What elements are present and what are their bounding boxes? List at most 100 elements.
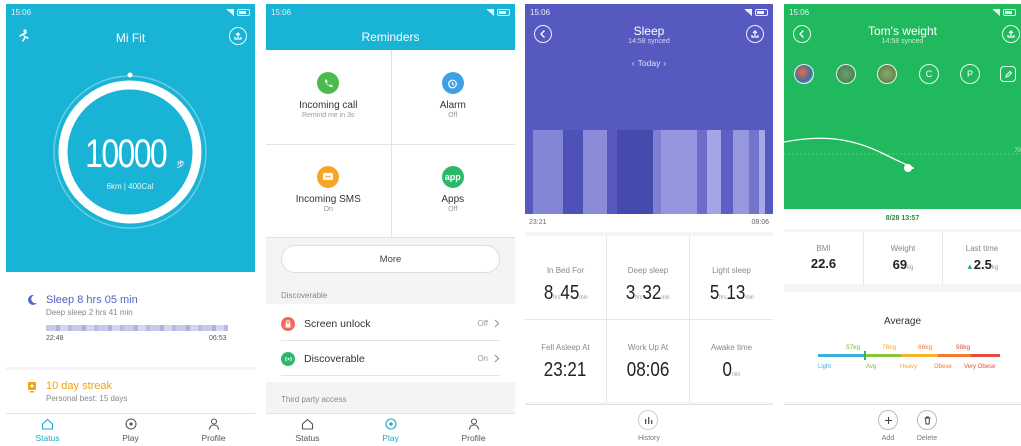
row-screen-unlock[interactable]: Screen unlock Off (281, 307, 500, 341)
reminder-incoming-call[interactable]: Incoming call Remind me in 3s (266, 50, 391, 144)
app-glyph: app (444, 171, 461, 182)
scale-kg: 86kg (918, 344, 933, 351)
edit-icon (1004, 70, 1012, 78)
sleep-phase-block (721, 130, 733, 214)
status-bar: 15:06 (525, 4, 773, 20)
share-button[interactable] (229, 27, 247, 45)
tab-status-label: Status (295, 432, 320, 443)
tab-profile[interactable]: Profile (432, 414, 515, 446)
average-card: Average 57kg 76kg 86kg 98kg Light Avg He… (784, 292, 1021, 402)
home-icon (41, 418, 54, 430)
tab-play[interactable]: Play (349, 414, 432, 446)
row-discoverable[interactable]: Discoverable On (281, 342, 500, 376)
sleep-phase-block (749, 130, 759, 214)
sleep-phase-block (661, 130, 697, 214)
streak-subtitle: Personal best: 15 days (46, 394, 128, 403)
profile-icon (208, 417, 219, 430)
add-label: Add (881, 435, 895, 442)
sleep-bar (46, 325, 228, 331)
scale-kg: 76kg (882, 344, 897, 351)
sync-status: 14:58 synced (628, 38, 670, 45)
row-label: Discoverable (304, 352, 365, 365)
scale-label: Avg (866, 364, 877, 370)
stat-last-time: Last time ▲2.5kg (965, 244, 999, 272)
battery-icon (755, 8, 768, 16)
reminder-status: Remind me in 3s (301, 112, 355, 119)
reminder-apps[interactable]: app Apps Off (391, 144, 516, 238)
play-icon (124, 417, 137, 430)
prev-day-icon[interactable]: ‹ (632, 58, 635, 68)
tab-status[interactable]: Status (266, 414, 349, 446)
row-label: Screen unlock (304, 317, 371, 330)
streak-title: 10 day streak (46, 380, 113, 392)
avatar-user-p[interactable]: P (960, 64, 980, 84)
tab-bar: Status Play Profile (6, 413, 255, 446)
scale-label: Obese (934, 364, 952, 370)
more-button[interactable]: More (281, 245, 500, 273)
phone-icon (317, 72, 340, 94)
weight-scale-bar (818, 354, 1000, 357)
history-button[interactable] (638, 410, 658, 430)
avatar-user-1[interactable] (794, 64, 814, 84)
history-bar: History (525, 404, 773, 446)
sleep-subtitle: Deep sleep 2 hrs 41 min (46, 308, 133, 317)
avatar-user-c[interactable]: C (919, 64, 939, 84)
axis-end: 08:06 (751, 219, 769, 226)
date-selector[interactable]: ‹ Today › (525, 58, 773, 68)
share-button[interactable] (1002, 25, 1020, 43)
tab-status[interactable]: Status (6, 414, 89, 446)
metric-value: 8hrs45min (543, 282, 588, 304)
metric-woke-up: Work Up At 08:06 (607, 320, 689, 382)
metric-label: Deep sleep (627, 266, 669, 275)
section-third-party: Third party access (281, 395, 347, 404)
reminder-incoming-sms[interactable]: Incoming SMS On (266, 144, 391, 238)
status-bar: 15:06 (266, 4, 515, 20)
steps-display: 10000 步 (50, 132, 210, 177)
app-icon: app (441, 165, 464, 188)
tab-play[interactable]: Play (89, 414, 172, 446)
sleep-phase-block (733, 130, 749, 214)
edit-button[interactable] (1000, 66, 1016, 82)
measurement-date: 8/28 13:57 (784, 209, 1021, 229)
reminders-screen: 15:06 Reminders Incoming call Remind me … (266, 4, 515, 446)
metric-light-sleep: Light sleep 5hrs13min (690, 236, 773, 305)
add-button[interactable] (878, 410, 898, 430)
sleep-title: Sleep 8 hrs 05 min (46, 294, 138, 306)
metric-label: In Bed For (546, 266, 585, 275)
delete-button[interactable] (917, 410, 937, 430)
reminder-alarm[interactable]: Alarm Off (391, 50, 516, 144)
tab-play-label: Play (122, 432, 139, 443)
sleep-card[interactable]: Sleep 8 hrs 05 min Deep sleep 2 hrs 41 m… (6, 272, 255, 367)
metric-value: 08:06 (626, 359, 670, 381)
stat-weight: Weight 69kg (890, 244, 916, 272)
share-icon (234, 32, 242, 40)
moon-icon (28, 294, 37, 305)
share-button[interactable] (746, 25, 764, 43)
status-time: 15:06 (271, 7, 292, 17)
alarm-icon (441, 72, 464, 94)
sleep-phase-block (697, 130, 707, 214)
chart-reference-value: 70 (1014, 148, 1021, 154)
avatar-user-3[interactable] (877, 64, 897, 84)
avatar-user-2[interactable] (836, 64, 856, 84)
status-bar: 15:06 (6, 4, 255, 20)
sleep-metrics: In Bed For 8hrs45min Deep sleep 3hrs32min … (525, 236, 773, 402)
reminder-label: Incoming SMS (295, 193, 361, 205)
weight-trend-chart[interactable] (784, 114, 1021, 194)
sleep-phase-chart[interactable] (533, 130, 765, 214)
battery-icon (1003, 8, 1016, 16)
sleep-title: Sleep (633, 24, 665, 38)
reminder-label: Alarm (439, 100, 466, 111)
reminder-status: On (323, 205, 333, 213)
tab-profile[interactable]: Profile (172, 414, 255, 446)
metric-label: Fell Asleep At (541, 343, 590, 352)
scale-label: Heavy (900, 364, 918, 370)
metric-awake-time: Awake time 0min (690, 320, 773, 382)
mifit-status-screen: 15:06 Mi Fit 10000 步 6km | 400Cal Sleep 8… (6, 4, 255, 446)
trophy-icon (28, 382, 36, 393)
bar-chart-icon (644, 417, 652, 424)
signal-icon (992, 8, 1000, 16)
metric-label: Light sleep (712, 266, 751, 275)
next-day-icon[interactable]: › (663, 58, 666, 68)
sync-status: 14:58 synced (881, 38, 924, 45)
